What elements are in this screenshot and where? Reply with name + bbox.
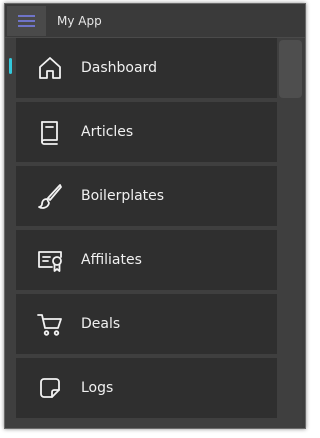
nav-item-label: Dashboard <box>81 60 157 76</box>
title-bar: My App <box>5 4 305 38</box>
nav-item-boilerplates[interactable]: Boilerplates <box>16 166 277 226</box>
nav-item-label: Affiliates <box>81 252 142 268</box>
brush-icon <box>36 182 64 210</box>
note-icon <box>36 374 64 402</box>
nav-item-label: Logs <box>81 380 114 396</box>
nav-item-label: Deals <box>81 316 121 332</box>
hamburger-menu-button[interactable] <box>7 6 46 36</box>
nav-item-affiliates[interactable]: Affiliates <box>16 230 277 290</box>
book-icon <box>36 118 64 146</box>
certificate-icon <box>36 246 64 274</box>
nav-item-logs[interactable]: Logs <box>16 358 277 418</box>
app-title: My App <box>57 14 102 28</box>
app-window: My App Dashboard Articles Boilerplates A… <box>4 3 306 429</box>
navigation-pane: Dashboard Articles Boilerplates Affiliat… <box>5 38 302 428</box>
nav-item-label: Boilerplates <box>81 188 165 204</box>
scrollbar[interactable] <box>279 40 302 98</box>
selection-indicator <box>9 58 12 74</box>
nav-item-deals[interactable]: Deals <box>16 294 277 354</box>
nav-item-label: Articles <box>81 124 134 140</box>
cart-icon <box>36 310 64 338</box>
hamburger-icon <box>18 15 35 17</box>
nav-item-dashboard[interactable]: Dashboard <box>16 38 277 98</box>
nav-item-articles[interactable]: Articles <box>16 102 277 162</box>
home-icon <box>36 54 64 82</box>
